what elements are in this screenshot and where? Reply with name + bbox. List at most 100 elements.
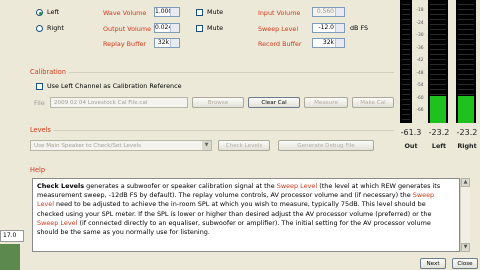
help-scrollbar[interactable]: ▲ ▼ — [460, 178, 470, 252]
meter-segment — [402, 34, 410, 35]
meter-segment — [402, 119, 410, 120]
replay-buffer-label: Replay Buffer — [103, 40, 147, 48]
meter-tick-label: -66 — [416, 108, 424, 113]
scroll-up-icon[interactable]: ▲ — [461, 178, 470, 187]
calibration-title: Calibration — [30, 68, 69, 76]
input-volume-spinner[interactable]: 0.560 — [312, 7, 345, 17]
meter-segment — [402, 84, 410, 85]
meter-segment — [402, 59, 410, 60]
meter-segment — [458, 64, 474, 65]
meter-segment — [458, 49, 474, 50]
output-volume-spinner[interactable]: 0.024 — [154, 23, 180, 33]
close-button[interactable]: Close — [452, 258, 478, 269]
meter-segment — [458, 19, 474, 20]
file-label: File — [34, 99, 45, 107]
bottom-left-strip — [0, 244, 20, 270]
meter-segment — [430, 34, 446, 35]
meter-fill — [430, 95, 446, 123]
record-buffer-select[interactable]: 32k — [312, 38, 345, 48]
radio-left-label: Left — [47, 8, 60, 16]
meter-scale: -18 -24 -30 -36 -42 -48 -54 -60 -66 — [413, 0, 427, 123]
browse-button[interactable]: Browse — [192, 97, 244, 108]
meter-segment — [402, 29, 410, 30]
sweep-level-spinner[interactable]: -12.0 — [312, 23, 345, 33]
meter-segment — [458, 94, 474, 95]
wave-mute-label: Mute — [207, 8, 224, 16]
meter-segment — [402, 39, 410, 40]
meter-segment — [402, 9, 410, 10]
meter-left — [428, 0, 448, 123]
meter-segment — [402, 104, 410, 105]
scroll-down-icon[interactable]: ▼ — [461, 243, 470, 252]
bottom-left-value-box: 17.0 — [0, 230, 24, 242]
help-title: Help — [30, 166, 49, 174]
meter-fill — [458, 95, 474, 123]
use-left-checkbox[interactable] — [36, 83, 43, 90]
help-link-sweep-level-1[interactable]: Sweep Level — [277, 182, 317, 190]
generate-debug-button[interactable]: Generate Debug File — [278, 140, 374, 151]
meter-segment — [402, 94, 410, 95]
meter-segment — [458, 79, 474, 80]
help-text-1: generates a subwoofer or speaker calibra… — [84, 182, 277, 190]
meter-segment — [402, 19, 410, 20]
help-link-sweep-level-3[interactable]: Sweep Level — [37, 219, 77, 227]
sweep-level-label: Sweep Level — [258, 25, 299, 33]
wave-volume-spinner[interactable]: 1.000 — [154, 7, 180, 17]
meter-segment — [458, 9, 474, 10]
meter-segment — [430, 14, 446, 15]
meter-segment — [430, 64, 446, 65]
record-buffer-label: Record Buffer — [258, 40, 302, 48]
output-volume-label: Output Volume — [103, 25, 151, 33]
meter-segment — [402, 4, 410, 5]
levels-mode-dropdown[interactable]: Use Main Speaker to Check/Set Levels — [30, 140, 212, 151]
meter-segment — [458, 4, 474, 5]
chevron-down-icon[interactable]: ▼ — [202, 141, 211, 150]
meter-tick-label: -30 — [416, 33, 424, 38]
radio-left[interactable] — [36, 9, 43, 16]
meter-segment — [458, 29, 474, 30]
help-text-3: need to be adjusted to achieve the in-ro… — [37, 200, 432, 218]
next-button[interactable]: Next >> — [420, 258, 446, 269]
check-levels-button[interactable]: Check Levels — [218, 140, 270, 151]
meter-out-label: Out — [404, 142, 418, 150]
radio-right-label: Right — [47, 24, 64, 32]
meter-segment — [458, 84, 474, 85]
wave-mute-checkbox[interactable] — [196, 9, 203, 16]
help-term-check-levels: Check Levels — [37, 182, 85, 190]
meter-segment — [430, 54, 446, 55]
replay-buffer-select[interactable]: 32k — [154, 38, 180, 48]
meter-segment — [402, 54, 410, 55]
sound-settings-panel: Left Right Wave Volume 1.000 Output Volu… — [28, 0, 396, 60]
meter-segment — [402, 89, 410, 90]
meter-segment — [430, 69, 446, 70]
meter-segment — [430, 79, 446, 80]
meter-out — [400, 0, 412, 123]
levels-section: Levels Use Main Speaker to Check/Set Lev… — [30, 126, 394, 151]
measure-button[interactable]: Measure — [304, 97, 348, 108]
cal-file-field[interactable]: 2009 02 04 Lovestock Cal File.cal — [50, 97, 188, 108]
meter-right-value: -23.2 — [456, 128, 478, 137]
meter-segment — [430, 94, 446, 95]
meter-segment — [402, 64, 410, 65]
meter-segment — [430, 29, 446, 30]
output-mute-checkbox[interactable] — [196, 25, 203, 32]
radio-right[interactable] — [36, 25, 43, 32]
meter-segment — [458, 34, 474, 35]
meter-segment — [430, 19, 446, 20]
meter-segment — [402, 14, 410, 15]
meter-segment — [402, 44, 410, 45]
meter-segment — [458, 69, 474, 70]
output-mute-label: Mute — [207, 24, 224, 32]
meter-tick-label: -42 — [416, 58, 424, 63]
meter-out-value: -61.3 — [400, 128, 422, 137]
meter-left-value: -23.2 — [428, 128, 450, 137]
meter-segment — [458, 59, 474, 60]
help-text-4: (if connected directly to an equaliser, … — [37, 218, 431, 237]
clear-cal-button[interactable]: Clear Cal — [248, 97, 300, 108]
meter-segment — [402, 99, 410, 100]
make-cal-button[interactable]: Make Cal — [352, 97, 394, 108]
meter-segment — [402, 24, 410, 25]
meter-segment — [402, 79, 410, 80]
meter-segment — [430, 9, 446, 10]
meter-segment — [402, 109, 410, 110]
